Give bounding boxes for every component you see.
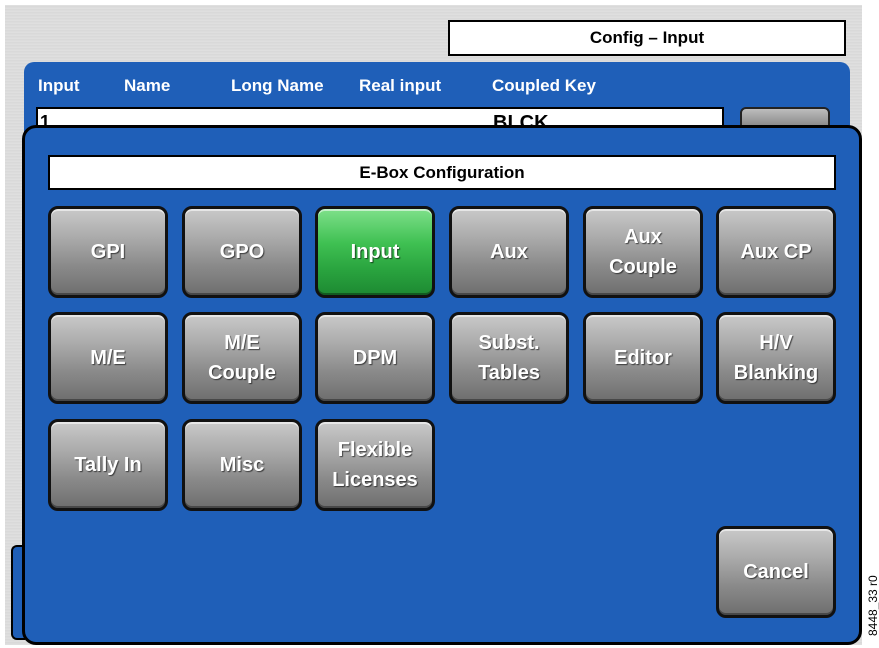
column-header-name[interactable]: Name	[124, 76, 170, 96]
h-v-blanking-button[interactable]: H/V Blanking	[716, 312, 836, 404]
dpm-button[interactable]: DPM	[315, 312, 435, 404]
aux-cp-button[interactable]: Aux CP	[716, 206, 836, 298]
flexible-licenses-button[interactable]: Flexible Licenses	[315, 419, 435, 511]
column-header-long-name[interactable]: Long Name	[231, 76, 324, 96]
gpo-button[interactable]: GPO	[182, 206, 302, 298]
cancel-button[interactable]: Cancel	[716, 526, 836, 618]
aux-button[interactable]: Aux	[449, 206, 569, 298]
subst-tables-button[interactable]: Subst. Tables	[449, 312, 569, 404]
screen: Config – Input Input Name Long Name Real…	[0, 0, 862, 648]
misc-button[interactable]: Misc	[182, 419, 302, 511]
m-e-button[interactable]: M/E	[48, 312, 168, 404]
tally-in-button[interactable]: Tally In	[48, 419, 168, 511]
figure-id: 8448_33 r0	[866, 575, 879, 636]
editor-button[interactable]: Editor	[583, 312, 703, 404]
column-header-coupled-key[interactable]: Coupled Key	[492, 76, 596, 96]
column-header-input[interactable]: Input	[38, 76, 80, 96]
dialog-title: E-Box Configuration	[48, 155, 836, 190]
window-title: Config – Input	[448, 20, 846, 56]
m-e-couple-button[interactable]: M/E Couple	[182, 312, 302, 404]
aux-couple-button[interactable]: Aux Couple	[583, 206, 703, 298]
column-header-real-input[interactable]: Real input	[359, 76, 441, 96]
gpi-button[interactable]: GPI	[48, 206, 168, 298]
input-button[interactable]: Input	[315, 206, 435, 298]
